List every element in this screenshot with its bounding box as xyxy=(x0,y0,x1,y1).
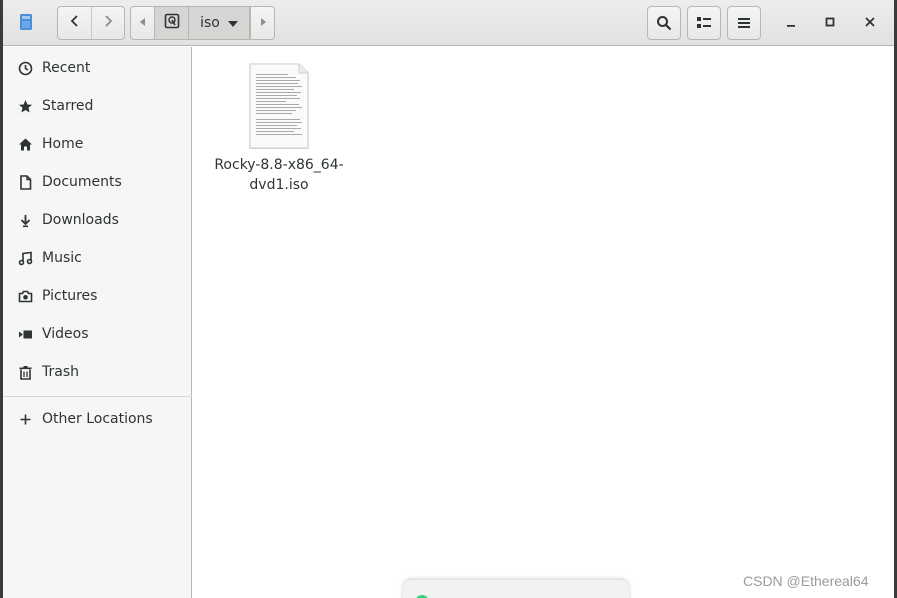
star-icon xyxy=(18,99,33,114)
sidebar-item-music[interactable]: Music xyxy=(3,239,192,277)
minimize-icon xyxy=(786,15,796,31)
sidebar-item-label: Recent xyxy=(42,60,91,76)
sidebar-item-trash[interactable]: Trash xyxy=(3,353,192,391)
maximize-button[interactable] xyxy=(819,12,841,34)
path-scroll-left-button[interactable] xyxy=(130,6,155,40)
video-icon xyxy=(18,327,33,342)
close-button[interactable] xyxy=(859,12,881,34)
hamburger-menu-icon xyxy=(737,17,751,29)
file-name: Rocky-8.8-x86_64- dvd1.iso xyxy=(213,155,345,195)
clock-icon xyxy=(18,61,33,76)
download-icon xyxy=(18,213,33,228)
watermark: CSDN @Ethereal64 xyxy=(743,573,869,589)
file-view: Rocky-8.8-x86_64- dvd1.iso xyxy=(193,47,894,598)
camera-icon xyxy=(18,289,33,304)
music-icon xyxy=(18,251,33,266)
chevron-right-icon xyxy=(103,14,113,32)
navigation-buttons xyxy=(57,6,125,40)
view-toggle-button[interactable] xyxy=(687,6,721,40)
sidebar-item-label: Music xyxy=(42,250,82,266)
back-button[interactable] xyxy=(58,7,91,39)
list-view-icon xyxy=(696,16,712,30)
sidebar-item-downloads[interactable]: Downloads xyxy=(3,201,192,239)
path-root-button[interactable] xyxy=(155,6,189,40)
notification-popup xyxy=(403,580,629,598)
sidebar-item-label: Downloads xyxy=(42,212,119,228)
file-manager-window: iso Recent Starred Home Documents Downlo… xyxy=(3,0,894,598)
triangle-right-icon xyxy=(259,15,267,31)
sidebar-item-home[interactable]: Home xyxy=(3,125,192,163)
sidebar-item-starred[interactable]: Starred xyxy=(3,87,192,125)
sidebar-item-label: Starred xyxy=(42,98,94,114)
sidebar-item-other-locations[interactable]: Other Locations xyxy=(3,400,192,438)
sidebar-item-label: Documents xyxy=(42,174,122,190)
chevron-left-icon xyxy=(70,14,80,32)
caret-down-icon xyxy=(227,15,238,31)
path-current-folder-button[interactable]: iso xyxy=(189,6,250,40)
sidebar-item-label: Videos xyxy=(42,326,89,342)
plus-icon xyxy=(18,412,33,427)
app-files-icon xyxy=(19,13,33,31)
path-bar: iso xyxy=(130,6,275,40)
search-button[interactable] xyxy=(647,6,681,40)
sidebar-item-label: Other Locations xyxy=(42,411,153,427)
menu-button[interactable] xyxy=(727,6,761,40)
sidebar-item-label: Home xyxy=(42,136,84,152)
minimize-button[interactable] xyxy=(780,12,802,34)
sidebar-item-pictures[interactable]: Pictures xyxy=(3,277,192,315)
trash-icon xyxy=(18,365,33,380)
path-current-folder-label: iso xyxy=(200,15,220,31)
maximize-icon xyxy=(825,15,835,31)
file-name-line: Rocky-8.8-x86_64- xyxy=(214,157,344,173)
sidebar-separator xyxy=(3,396,192,397)
places-sidebar: Recent Starred Home Documents Downloads xyxy=(3,47,192,598)
forward-button[interactable] xyxy=(91,7,124,39)
header-bar: iso xyxy=(3,0,894,46)
search-icon xyxy=(656,15,672,31)
sidebar-item-videos[interactable]: Videos xyxy=(3,315,192,353)
drive-icon xyxy=(164,13,180,33)
text-file-icon xyxy=(249,63,309,149)
triangle-left-icon xyxy=(139,15,147,31)
sidebar-item-label: Trash xyxy=(42,364,79,380)
close-icon xyxy=(865,15,875,31)
sidebar-item-documents[interactable]: Documents xyxy=(3,163,192,201)
document-icon xyxy=(18,175,33,190)
path-scroll-right-button[interactable] xyxy=(250,6,275,40)
sidebar-item-label: Pictures xyxy=(42,288,98,304)
file-name-line: dvd1.iso xyxy=(249,177,309,193)
sidebar-item-recent[interactable]: Recent xyxy=(3,49,192,87)
home-icon xyxy=(18,137,33,152)
